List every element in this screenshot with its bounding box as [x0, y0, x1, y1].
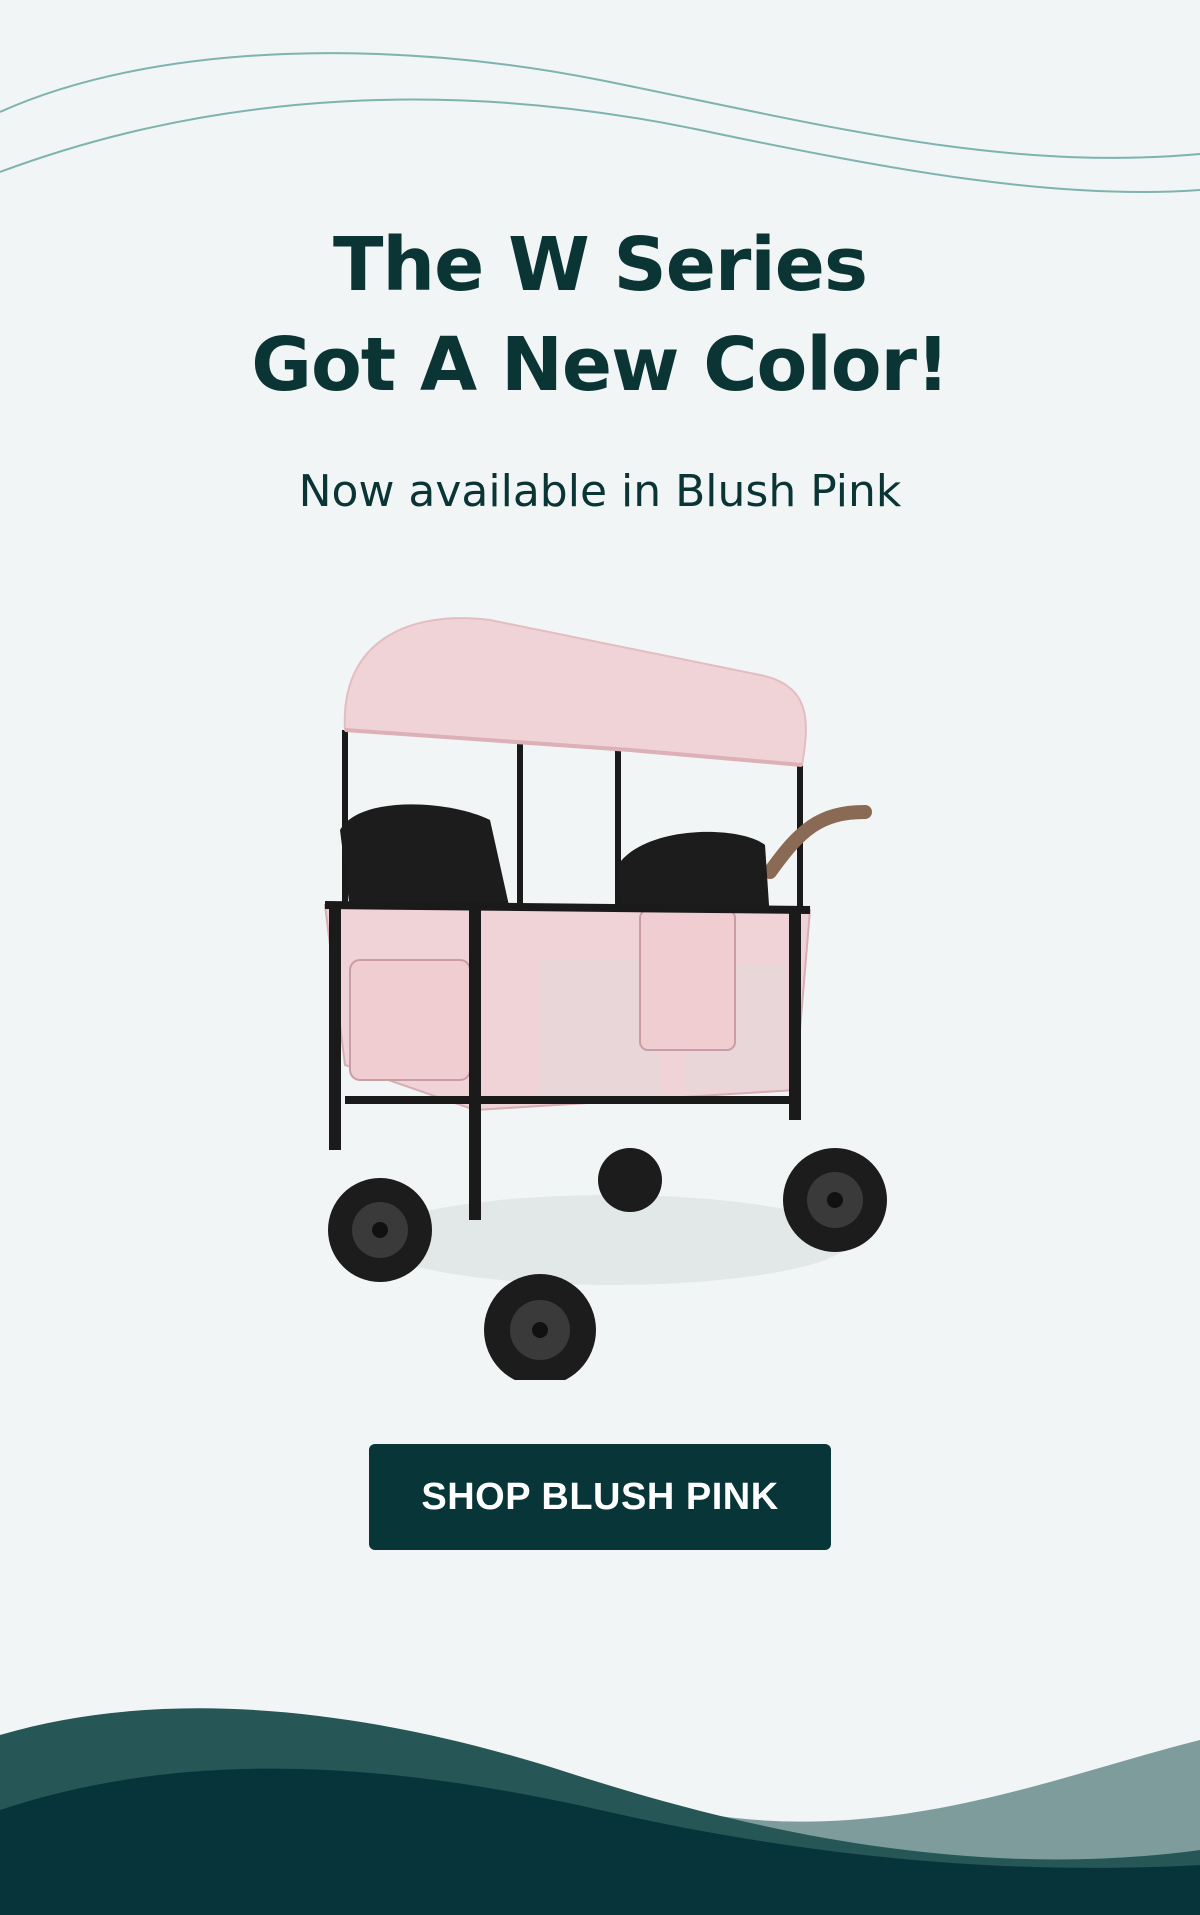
footer-waves — [0, 1708, 1200, 1915]
wheel — [598, 1148, 662, 1212]
decorative-wave-lines — [0, 52, 1200, 194]
title-line-2: Got A New Color! — [251, 322, 950, 408]
ground-shadow — [370, 1195, 850, 1285]
shop-blush-pink-button[interactable]: SHOP BLUSH PINK — [369, 1444, 831, 1550]
seat-back — [340, 804, 510, 910]
canopy — [343, 617, 807, 767]
wheel — [484, 1274, 596, 1380]
title-line-1: The W Series — [332, 222, 868, 308]
wheel — [783, 1148, 887, 1252]
wave-line-2 — [0, 98, 1200, 194]
wheel — [328, 1178, 432, 1282]
wagon-stroller-image[interactable] — [300, 600, 900, 1380]
side-pocket — [639, 909, 736, 1051]
page-title: The W Series Got A New Color! — [0, 215, 1200, 415]
wave-line-1 — [0, 52, 1200, 159]
handle — [763, 805, 872, 879]
frame-bar — [324, 901, 811, 914]
front-pocket — [349, 959, 471, 1081]
subtitle: Now available in Blush Pink — [298, 466, 902, 517]
